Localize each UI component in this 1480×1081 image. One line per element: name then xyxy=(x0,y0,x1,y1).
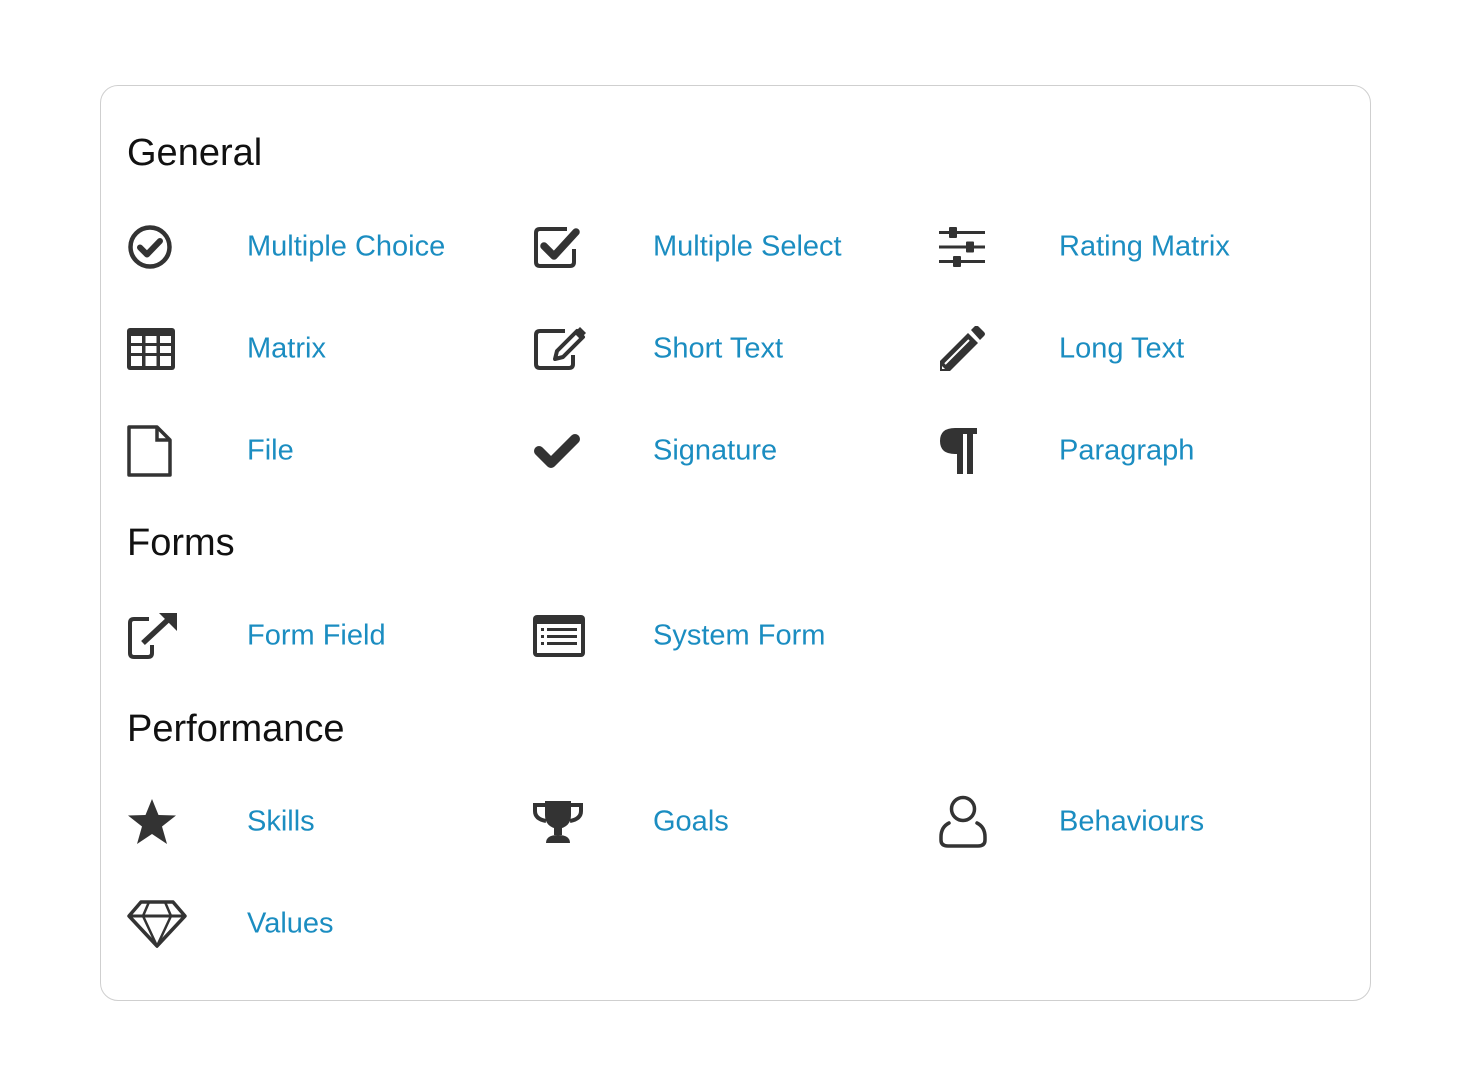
pencil-icon xyxy=(939,321,999,377)
check-icon xyxy=(533,423,593,479)
star-icon xyxy=(127,794,187,850)
section-title-performance: Performance xyxy=(127,708,345,750)
user-icon xyxy=(939,794,999,850)
edit-icon xyxy=(533,321,593,377)
item-file[interactable]: File xyxy=(127,421,517,481)
item-label: Behaviours xyxy=(1059,805,1205,838)
item-short-text[interactable]: Short Text xyxy=(533,319,923,379)
item-form-field[interactable]: Form Field xyxy=(127,606,517,666)
item-rating-matrix[interactable]: Rating Matrix xyxy=(939,217,1329,277)
item-label: Multiple Choice xyxy=(247,230,446,263)
diamond-icon xyxy=(127,896,187,952)
item-matrix[interactable]: Matrix xyxy=(127,319,517,379)
item-skills[interactable]: Skills xyxy=(127,792,517,852)
item-multiple-choice[interactable]: Multiple Choice xyxy=(127,217,517,277)
item-label: Values xyxy=(247,907,334,940)
item-label: Short Text xyxy=(653,332,784,365)
item-label: Matrix xyxy=(247,332,326,365)
section-title-general: General xyxy=(127,132,263,174)
check-circle-icon xyxy=(127,219,187,275)
item-label: Long Text xyxy=(1059,332,1185,365)
item-behaviours[interactable]: Behaviours xyxy=(939,792,1329,852)
item-label: Signature xyxy=(653,434,778,467)
trophy-icon xyxy=(533,794,593,850)
item-label: Paragraph xyxy=(1059,434,1195,467)
external-link-icon xyxy=(127,608,187,664)
item-goals[interactable]: Goals xyxy=(533,792,923,852)
item-long-text[interactable]: Long Text xyxy=(939,319,1329,379)
check-square-icon xyxy=(533,219,593,275)
item-label: Multiple Select xyxy=(653,230,842,263)
item-label: Skills xyxy=(247,805,315,838)
item-label: File xyxy=(247,434,294,467)
item-label: System Form xyxy=(653,619,826,652)
item-paragraph[interactable]: Paragraph xyxy=(939,421,1329,481)
table-icon xyxy=(127,321,187,377)
sliders-icon xyxy=(939,219,999,275)
paragraph-icon xyxy=(939,423,999,479)
question-type-panel: General Multiple Choice Multiple Select … xyxy=(100,85,1371,1001)
item-signature[interactable]: Signature xyxy=(533,421,923,481)
item-label: Rating Matrix xyxy=(1059,230,1230,263)
item-values[interactable]: Values xyxy=(127,894,517,954)
item-system-form[interactable]: System Form xyxy=(533,606,923,666)
section-title-forms: Forms xyxy=(127,522,235,564)
file-icon xyxy=(127,423,187,479)
item-multiple-select[interactable]: Multiple Select xyxy=(533,217,923,277)
list-alt-icon xyxy=(533,608,593,664)
item-label: Goals xyxy=(653,805,729,838)
item-label: Form Field xyxy=(247,619,386,652)
